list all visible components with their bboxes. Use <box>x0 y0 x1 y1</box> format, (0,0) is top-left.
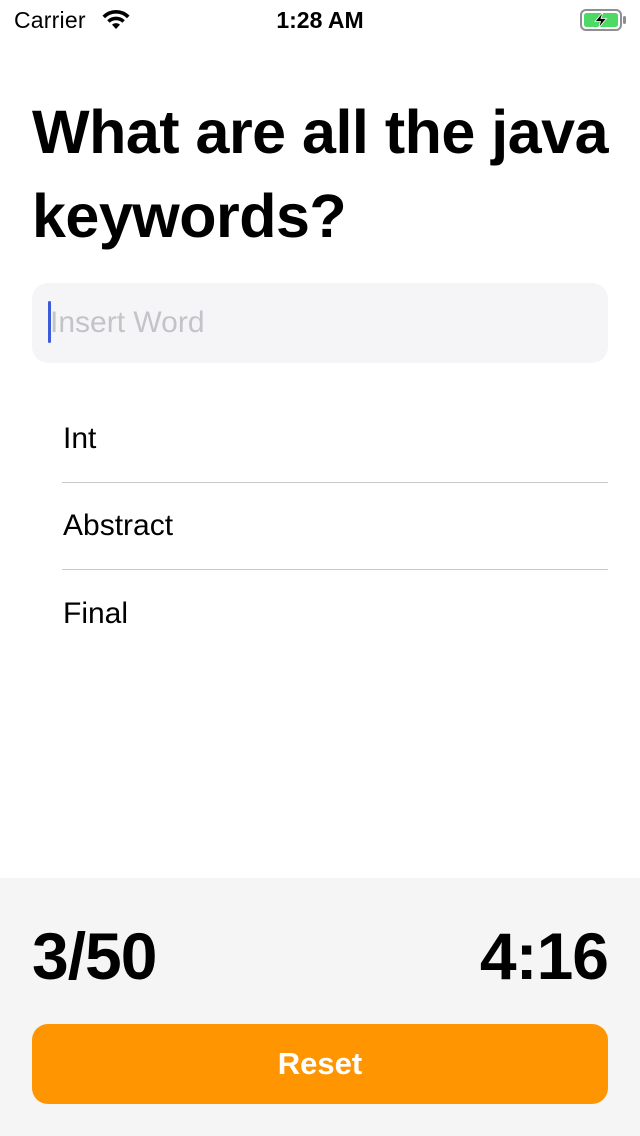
word-input-container[interactable] <box>32 283 608 363</box>
score-counter: 3/50 <box>32 919 157 993</box>
word-input[interactable] <box>50 283 590 363</box>
list-item-label: Abstract <box>63 509 174 542</box>
status-bar: Carrier 1:28 AM <box>0 0 640 40</box>
countdown-timer: 4:16 <box>479 919 609 993</box>
bottom-panel: 3/50 4:16 Reset <box>0 878 640 1136</box>
list-item-label: Final <box>63 596 129 630</box>
answered-words-list: Int Abstract Final <box>0 396 640 657</box>
list-item-label: Int <box>63 422 97 455</box>
list-item: Int <box>62 396 608 483</box>
reset-button[interactable]: Reset <box>32 1024 608 1104</box>
status-time: 1:28 AM <box>276 7 364 33</box>
list-item: Final <box>62 570 608 657</box>
question-title: What are all the java keywords? <box>32 98 609 250</box>
list-item: Abstract <box>62 483 608 570</box>
battery-charging-icon <box>580 9 626 31</box>
